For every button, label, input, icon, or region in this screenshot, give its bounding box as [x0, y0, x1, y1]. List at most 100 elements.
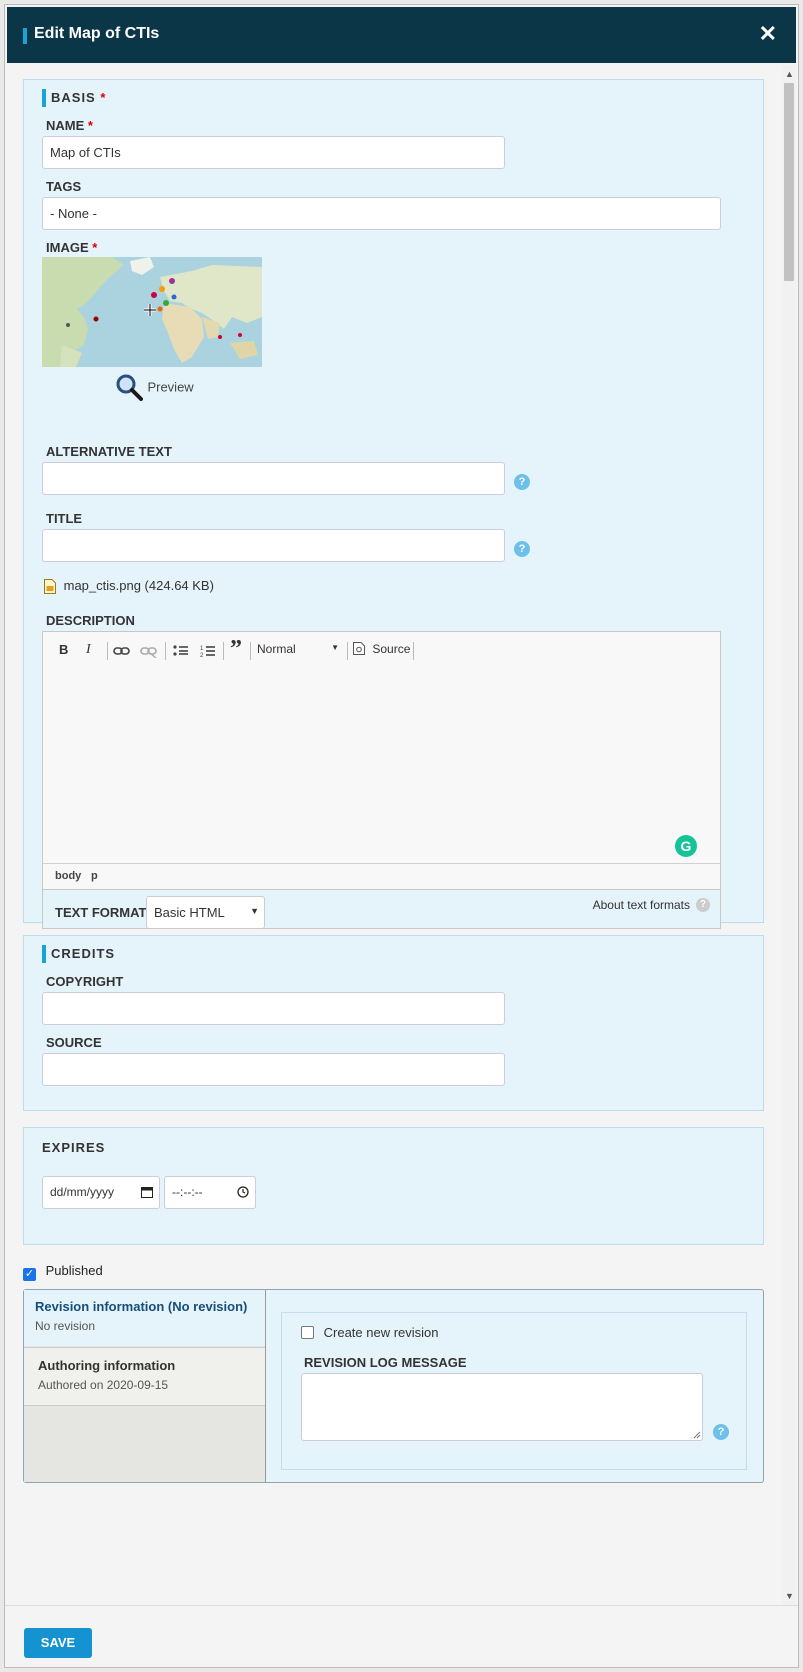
revision-tab-title: Revision information (No revision)	[35, 1299, 248, 1314]
path-p[interactable]: p	[91, 870, 98, 882]
toolbar-separator	[347, 642, 348, 660]
text-format-wrapper: TEXT FORMAT Basic HTML ▼ About text form…	[43, 889, 720, 929]
chevron-down-icon: ▼	[250, 906, 259, 916]
resize-handle-icon[interactable]	[693, 1431, 701, 1439]
close-icon[interactable]: ✕	[759, 21, 777, 47]
scroll-down-icon[interactable]: ▼	[785, 1591, 794, 1601]
image-label-text: IMAGE	[46, 240, 89, 255]
scrollbar-thumb[interactable]	[784, 83, 794, 281]
image-label: IMAGE *	[46, 240, 97, 255]
alt-text-input[interactable]	[42, 462, 505, 495]
editor-body[interactable]	[43, 672, 720, 863]
title-input[interactable]	[42, 529, 505, 562]
source-label: SOURCE	[46, 1035, 102, 1050]
legend-accent	[42, 945, 46, 963]
link-icon[interactable]	[113, 644, 131, 658]
text-format-select[interactable]: Basic HTML ▼	[146, 896, 265, 929]
help-icon[interactable]: ?	[713, 1424, 729, 1440]
title-label: TITLE	[46, 511, 83, 526]
help-icon[interactable]: ?	[514, 541, 530, 557]
editor-toolbar: B I 1 2 ” Normal ▼ Source	[43, 632, 720, 673]
create-revision-field: Create new revision	[301, 1325, 439, 1340]
unlink-icon[interactable]	[140, 644, 158, 658]
basis-legend: BASIS *	[42, 89, 107, 107]
file-name-link[interactable]: map_ctis.png (424.64 KB)	[64, 578, 214, 593]
italic-button[interactable]: I	[86, 642, 91, 658]
basis-panel: BASIS * NAME * Map of CTIs TAGS - None -…	[23, 79, 764, 929]
copyright-label: COPYRIGHT	[46, 974, 124, 989]
required-marker: *	[100, 90, 107, 105]
edit-dialog: Edit Map of CTIs ✕ ▲ ▼ BASIS * NAME * Ma…	[4, 4, 799, 1668]
time-placeholder: --:--:--	[172, 1185, 203, 1199]
scrollbar[interactable]: ▲ ▼	[782, 65, 796, 1605]
revision-log-textarea[interactable]	[301, 1373, 703, 1441]
svg-text:1: 1	[200, 646, 204, 652]
toolbar-separator	[165, 642, 166, 660]
svg-text:2: 2	[200, 653, 204, 658]
source-icon	[353, 642, 365, 655]
preview-link[interactable]: Preview	[115, 373, 194, 401]
blockquote-icon[interactable]: ”	[230, 636, 242, 663]
format-dropdown[interactable]: Normal ▼	[257, 642, 345, 656]
image-file-icon	[44, 579, 56, 595]
path-body[interactable]: body	[55, 870, 81, 882]
credits-legend-text: CREDITS	[51, 946, 116, 961]
format-dropdown-value: Normal	[257, 642, 296, 656]
revision-log-label: REVISION LOG MESSAGE	[304, 1355, 467, 1370]
text-format-value: Basic HTML	[154, 905, 225, 920]
dialog-titlebar: Edit Map of CTIs ✕	[7, 7, 796, 63]
help-icon[interactable]: ?	[696, 898, 710, 912]
preview-label: Preview	[147, 379, 194, 395]
description-editor: B I 1 2 ” Normal ▼ Source G body p TEXT …	[42, 631, 721, 929]
about-text-formats-link[interactable]: About text formats	[593, 898, 690, 912]
numbered-list-icon[interactable]: 1 2	[200, 644, 216, 658]
authoring-tab-summary: Authored on 2020-09-15	[38, 1378, 169, 1392]
expires-panel: EXPIRES dd/mm/yyyy --:--:--	[23, 1127, 764, 1245]
name-label-text: NAME	[46, 118, 85, 133]
expiry-date-input[interactable]: dd/mm/yyyy	[42, 1176, 160, 1209]
toolbar-separator	[413, 642, 414, 660]
scroll-up-icon[interactable]: ▲	[785, 69, 794, 79]
legend-accent	[42, 89, 46, 107]
tab-authoring-information[interactable]: Authoring information Authored on 2020-0…	[24, 1347, 266, 1406]
date-placeholder: dd/mm/yyyy	[50, 1185, 115, 1199]
dialog-title: Edit Map of CTIs	[34, 25, 160, 42]
published-field: ✓ Published	[23, 1263, 103, 1281]
save-button[interactable]: SAVE	[24, 1628, 92, 1658]
copyright-input[interactable]	[42, 992, 505, 1025]
create-revision-checkbox[interactable]	[301, 1326, 314, 1339]
image-thumbnail[interactable]	[42, 257, 262, 367]
title-accent	[23, 28, 27, 44]
create-revision-label[interactable]: Create new revision	[324, 1325, 439, 1340]
clock-icon[interactable]	[237, 1186, 249, 1198]
name-input[interactable]: Map of CTIs	[42, 136, 505, 169]
tab-revision-information[interactable]: Revision information (No revision) No re…	[24, 1290, 266, 1346]
published-label[interactable]: Published	[46, 1263, 103, 1278]
help-icon[interactable]: ?	[514, 474, 530, 490]
basis-legend-text: BASIS	[51, 90, 96, 105]
tags-label: TAGS	[46, 179, 82, 194]
bold-button[interactable]: B	[59, 642, 68, 657]
dialog-footer: SAVE	[5, 1605, 798, 1667]
calendar-icon[interactable]	[141, 1186, 153, 1198]
alt-text-label: ALTERNATIVE TEXT	[46, 444, 172, 459]
published-checkbox[interactable]: ✓	[23, 1268, 36, 1281]
credits-legend: CREDITS	[42, 945, 116, 963]
source-button-label: Source	[372, 642, 411, 656]
source-button[interactable]: Source	[353, 642, 410, 656]
source-input[interactable]	[42, 1053, 505, 1086]
description-label: DESCRIPTION	[46, 613, 135, 628]
chevron-down-icon: ▼	[331, 643, 339, 652]
toolbar-separator	[107, 642, 108, 660]
revision-pane: Create new revision REVISION LOG MESSAGE…	[281, 1312, 747, 1470]
credits-panel: CREDITS COPYRIGHT SOURCE	[23, 935, 764, 1111]
expiry-time-input[interactable]: --:--:--	[164, 1176, 256, 1209]
bulleted-list-icon[interactable]	[173, 644, 189, 658]
vertical-tabs: Revision information (No revision) No re…	[23, 1289, 764, 1483]
tags-input[interactable]: - None -	[42, 197, 721, 230]
magnifier-icon	[116, 374, 143, 401]
file-info: map_ctis.png (424.64 KB)	[44, 578, 214, 595]
tab-divider	[265, 1290, 266, 1482]
grammarly-icon[interactable]: G	[675, 835, 697, 857]
authoring-tab-title: Authoring information	[38, 1358, 176, 1373]
